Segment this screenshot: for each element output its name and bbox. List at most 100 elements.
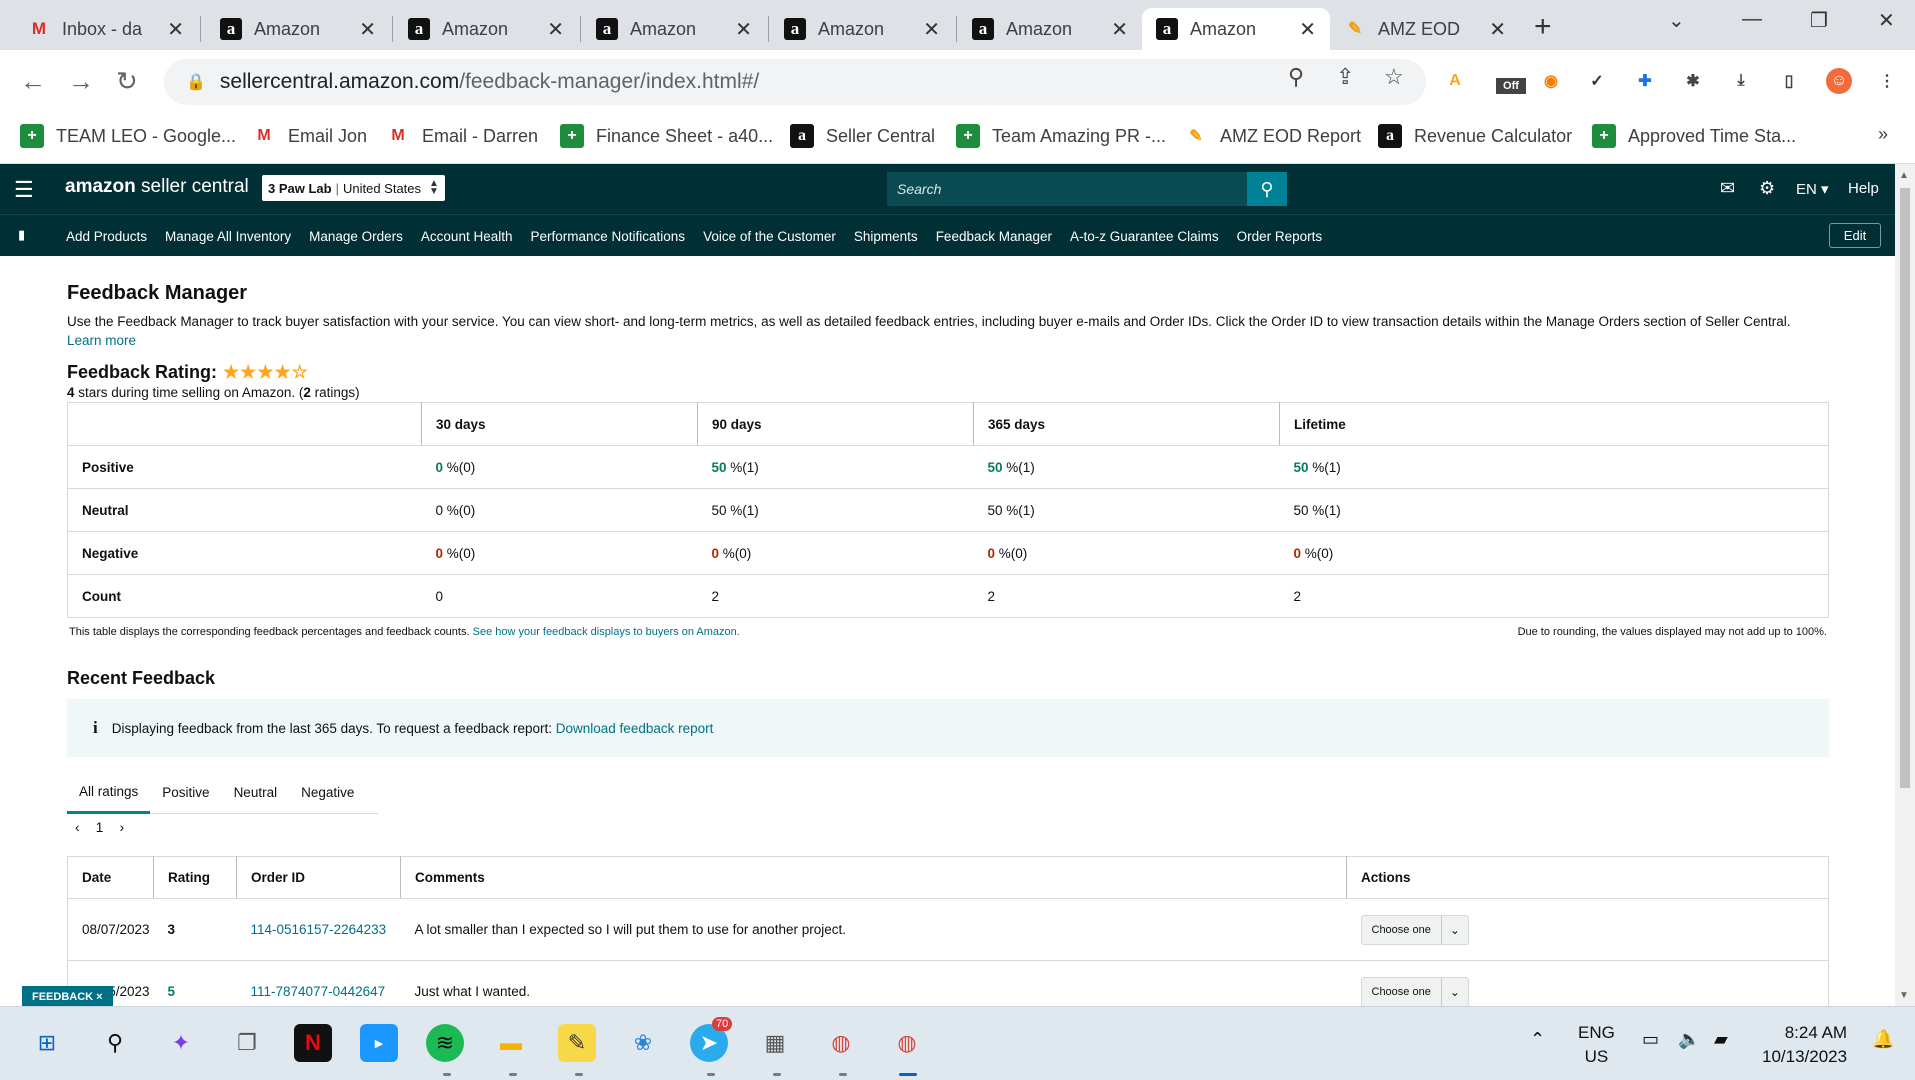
browser-tab[interactable]: a Amazon ✕ — [958, 8, 1142, 50]
bookmark-item[interactable]: a Revenue Calculator — [1378, 124, 1572, 148]
settings-gear-icon[interactable]: ⚙ — [1759, 178, 1775, 199]
search-icon[interactable]: ⚲ — [1247, 172, 1287, 206]
forward-icon[interactable]: → — [68, 66, 94, 97]
bookmark-item[interactable]: a Seller Central — [790, 124, 935, 148]
new-tab-button[interactable]: + — [1534, 10, 1552, 44]
chrome-profile-icon[interactable]: ◍ — [888, 1024, 926, 1062]
bookmark-item[interactable]: + Team Amazing PR -... — [956, 124, 1166, 148]
reload-icon[interactable]: ↻ — [116, 66, 138, 97]
extensions-puzzle-icon[interactable]: ✱ — [1680, 68, 1706, 94]
hamburger-menu-icon[interactable]: ☰ — [14, 177, 34, 203]
battery-icon[interactable]: ▰ — [1714, 1029, 1728, 1050]
netflix-icon[interactable]: N — [294, 1024, 332, 1062]
close-tab-icon[interactable]: ✕ — [1489, 17, 1506, 42]
nav-link[interactable]: Voice of the Customer — [703, 229, 836, 244]
search-input[interactable] — [887, 172, 1247, 206]
edit-nav-button[interactable]: Edit — [1829, 223, 1881, 248]
share-icon[interactable]: ⇪ — [1336, 64, 1354, 90]
bookmark-item[interactable]: M Email Jon — [252, 124, 367, 148]
restore-icon[interactable]: ❐ — [1810, 8, 1828, 33]
system-clock[interactable]: 8:24 AM 10/13/2023 — [1762, 1021, 1847, 1069]
browser-menu-icon[interactable]: ⋮ — [1874, 68, 1900, 94]
bookmark-item[interactable]: + TEAM LEO - Google... — [20, 124, 236, 148]
network-icon[interactable]: ▭ — [1642, 1029, 1659, 1050]
feedback-widget-tab[interactable]: FEEDBACK × — [22, 986, 113, 1008]
browser-tab[interactable]: a Amazon ✕ — [394, 8, 578, 50]
back-icon[interactable]: ← — [20, 66, 46, 97]
scroll-down-icon[interactable]: ▼ — [1899, 990, 1909, 1001]
bookmarks-overflow-icon[interactable]: » — [1878, 124, 1888, 145]
close-window-icon[interactable]: ✕ — [1878, 8, 1895, 33]
tray-overflow-icon[interactable]: ⌃ — [1530, 1029, 1545, 1050]
rating-tab[interactable]: Positive — [150, 772, 221, 814]
task-view-icon[interactable]: ❐ — [228, 1024, 266, 1062]
bookmark-item[interactable]: M Email - Darren — [386, 124, 538, 148]
nav-link[interactable]: Account Health — [421, 229, 513, 244]
next-page-icon[interactable]: › — [119, 819, 124, 835]
bookmark-item[interactable]: + Finance Sheet - a40... — [560, 124, 773, 148]
close-tab-icon[interactable]: ✕ — [1299, 17, 1316, 42]
feedback-display-link[interactable]: See how your feedback displays to buyers… — [473, 626, 740, 638]
page-scrollbar[interactable]: ▲ ▼ — [1895, 164, 1915, 1006]
close-tab-icon[interactable]: ✕ — [547, 17, 564, 42]
bookmark-item[interactable]: + Approved Time Sta... — [1592, 124, 1796, 148]
seller-central-logo[interactable]: amazon seller central — [65, 176, 249, 198]
browser-tab[interactable]: a Amazon ✕ — [1142, 8, 1330, 50]
close-tab-icon[interactable]: ✕ — [735, 17, 752, 42]
order-id-link[interactable]: 114-0516157-2264233 — [251, 922, 387, 937]
nav-link[interactable]: Performance Notifications — [530, 229, 685, 244]
address-bar[interactable]: 🔒 sellercentral.amazon.com/feedback-mana… — [164, 59, 1426, 105]
rating-tab[interactable]: Negative — [289, 772, 366, 814]
rating-tab[interactable]: Neutral — [222, 772, 290, 814]
scroll-thumb[interactable] — [1900, 188, 1910, 788]
extension-off-badge[interactable]: Off — [1496, 78, 1526, 94]
bookmark-star-icon[interactable]: ☆ — [1384, 64, 1404, 90]
learn-more-link[interactable]: Learn more — [67, 333, 136, 348]
language-selector[interactable]: EN ▾ — [1796, 180, 1829, 198]
prev-page-icon[interactable]: ‹ — [75, 819, 80, 835]
nav-link[interactable]: Add Products — [66, 229, 147, 244]
copilot-icon[interactable]: ✦ — [162, 1024, 200, 1062]
profile-avatar[interactable]: ☺ — [1826, 68, 1852, 94]
mail-icon[interactable]: ✉ — [1720, 178, 1735, 199]
page-number[interactable]: 1 — [96, 819, 104, 835]
volume-icon[interactable]: 🔈 — [1678, 1029, 1700, 1050]
nav-link[interactable]: Order Reports — [1237, 229, 1323, 244]
chrome-icon[interactable]: ◍ — [822, 1024, 860, 1062]
search-icon[interactable]: ⚲ — [96, 1024, 134, 1062]
zoom-icon[interactable]: ⚲ — [1288, 64, 1304, 90]
nav-link[interactable]: A-to-z Guarantee Claims — [1070, 229, 1219, 244]
browser-tab[interactable]: M Inbox - da ✕ — [14, 8, 198, 50]
marketplace-switcher[interactable]: 3 Paw Lab | United States ▲ ▼ — [262, 175, 445, 201]
close-tab-icon[interactable]: ✕ — [1111, 17, 1128, 42]
prime-video-icon[interactable]: ▶ — [360, 1024, 398, 1062]
spotify-icon[interactable]: ≋ — [426, 1024, 464, 1062]
action-select[interactable]: Choose one ⌄ — [1360, 976, 1469, 1007]
language-indicator[interactable]: ENG US — [1578, 1021, 1615, 1069]
extension-check-icon[interactable]: ✓ — [1584, 68, 1610, 94]
close-tab-icon[interactable]: ✕ — [923, 17, 940, 42]
tab-search-icon[interactable]: ⌄ — [1668, 8, 1685, 33]
calculator-icon[interactable]: ▦ — [756, 1024, 794, 1062]
extension-blue-icon[interactable]: ✚ — [1632, 68, 1658, 94]
help-link[interactable]: Help — [1848, 180, 1879, 197]
action-select[interactable]: Choose one ⌄ — [1360, 914, 1469, 945]
windows-start-icon[interactable]: ⊞ — [28, 1024, 66, 1062]
rating-tab[interactable]: All ratings — [67, 772, 151, 814]
bookmark-icon[interactable]: ▮ — [18, 227, 25, 243]
bookmark-item[interactable]: ✎ AMZ EOD Report — [1184, 124, 1361, 148]
browser-tab[interactable]: a Amazon ✕ — [206, 8, 390, 50]
nav-link[interactable]: Manage All Inventory — [165, 229, 291, 244]
paint-icon[interactable]: ❀ — [624, 1024, 662, 1062]
scroll-up-icon[interactable]: ▲ — [1899, 170, 1909, 181]
nav-link[interactable]: Feedback Manager — [936, 229, 1052, 244]
browser-tab[interactable]: ✎ AMZ EOD ✕ — [1330, 8, 1520, 50]
browser-tab[interactable]: a Amazon ✕ — [770, 8, 954, 50]
close-tab-icon[interactable]: ✕ — [167, 17, 184, 42]
notification-bell-icon[interactable]: 🔔 — [1872, 1029, 1894, 1050]
browser-tab[interactable]: a Amazon ✕ — [582, 8, 766, 50]
download-report-link[interactable]: Download feedback report — [556, 721, 714, 736]
nav-link[interactable]: Shipments — [854, 229, 918, 244]
extension-orange-icon[interactable]: ◉ — [1538, 68, 1564, 94]
nav-link[interactable]: Manage Orders — [309, 229, 403, 244]
